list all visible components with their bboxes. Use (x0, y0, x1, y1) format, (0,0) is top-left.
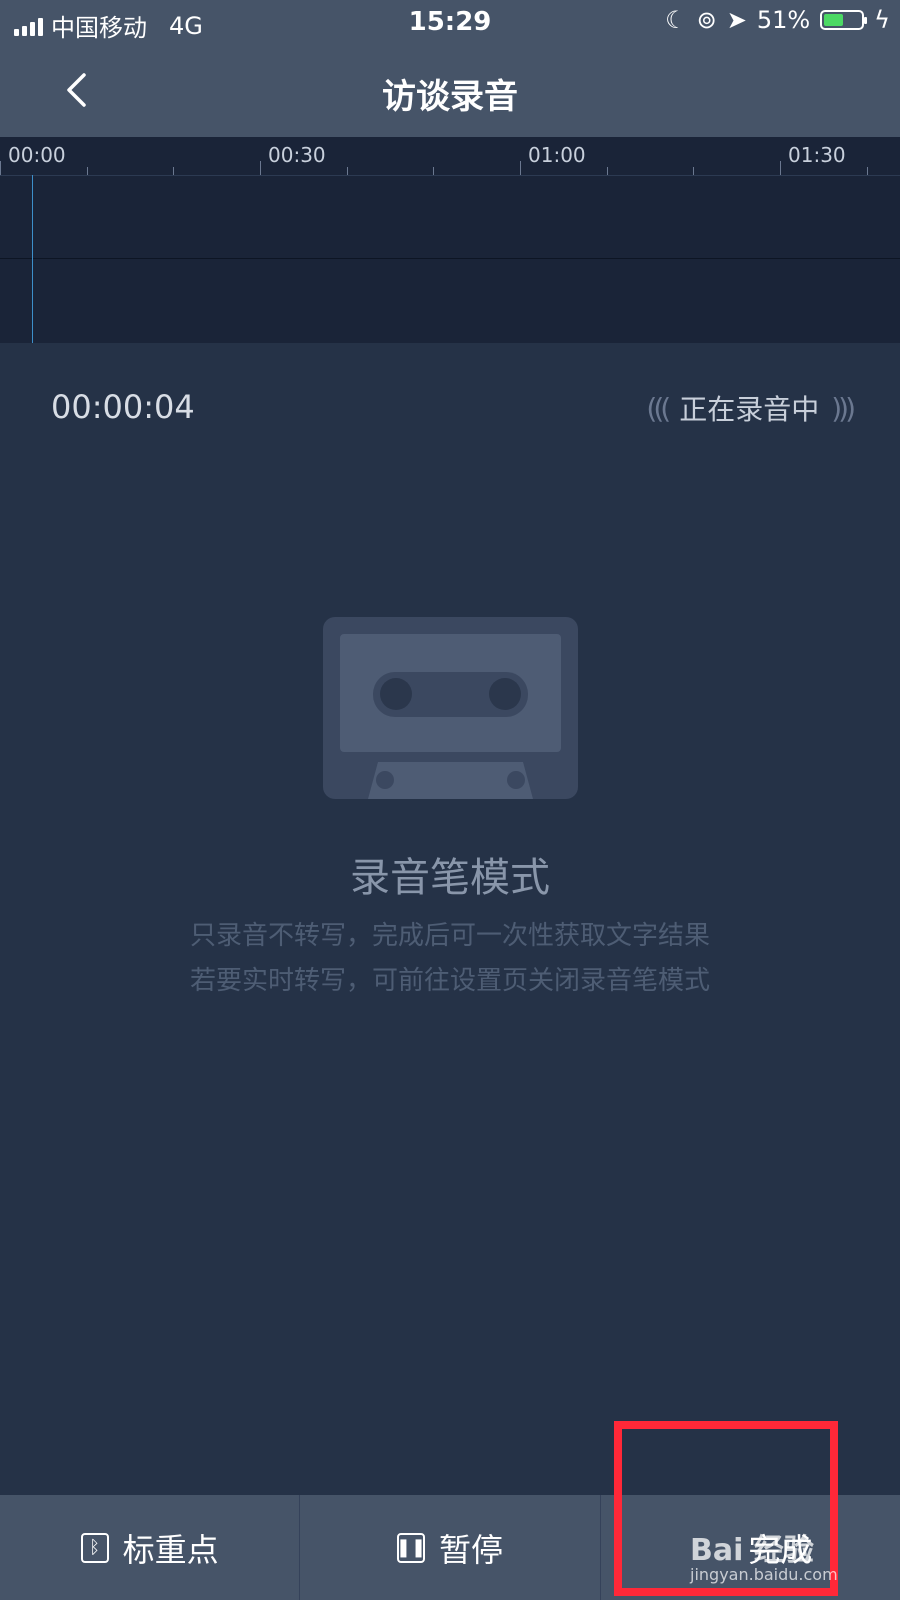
ruler-tick (693, 167, 695, 175)
ruler-label: 00:00 (8, 143, 66, 167)
waveform-midline (0, 258, 900, 259)
location-icon: ➤ (726, 6, 747, 34)
elapsed-time: 00:00:04 (51, 388, 195, 426)
pause-button[interactable]: ❚❚ 暂停 (300, 1495, 601, 1600)
status-bar: 中国移动 4G 15:29 ☾ ⊚ ➤ 51% ϟ (0, 0, 900, 45)
cassette-icon (323, 617, 578, 803)
rotation-lock-icon: ⊚ (696, 6, 717, 34)
watermark-logo: Bai 经验 (690, 1533, 814, 1568)
playhead-cursor (32, 175, 33, 343)
ruler-tick (520, 161, 521, 175)
ruler-tick (173, 167, 175, 175)
time-ruler: 00:00 00:30 01:00 01:30 (0, 137, 900, 176)
battery-icon (820, 10, 868, 30)
ruler-tick (606, 167, 608, 175)
mode-description-line2: 若要实时转写，可前往设置页关闭录音笔模式 (189, 966, 710, 996)
charging-icon: ϟ (874, 6, 890, 34)
ruler-tick (0, 161, 1, 175)
moon-icon: ☾ (665, 6, 687, 34)
watermark-url: jingyan.baidu.com (690, 1565, 838, 1584)
bluetooth-icon: ᛒ (80, 1532, 109, 1563)
pause-label: 暂停 (438, 1530, 503, 1569)
recording-status-label: 正在录音中 (679, 393, 820, 426)
sound-wave-right-icon: ))) (831, 391, 856, 425)
mode-description-line1: 只录音不转写，完成后可一次性获取文字结果 (189, 921, 710, 951)
ruler-tick (260, 161, 261, 175)
battery-label: 51% (756, 6, 811, 34)
ruler-label: 01:30 (788, 143, 846, 167)
waveform-timeline[interactable]: 00:00 00:30 01:00 01:30 (0, 137, 900, 343)
ruler-label: 01:00 (528, 143, 586, 167)
ruler-tick (346, 167, 348, 175)
ruler-label: 00:30 (268, 143, 326, 167)
pause-icon: ❚❚ (396, 1532, 426, 1563)
sound-wave-left-icon: ((( (646, 391, 671, 425)
mode-title: 录音笔模式 (350, 855, 550, 901)
page-title: 访谈录音 (382, 77, 518, 117)
nav-bar: 访谈录音 (0, 45, 900, 137)
recording-status: ((( 正在录音中 ))) (646, 388, 856, 428)
mark-highlight-button[interactable]: ᛒ 标重点 (0, 1495, 301, 1600)
ruler-tick (866, 167, 868, 175)
ruler-tick (433, 167, 435, 175)
mark-highlight-label: 标重点 (122, 1530, 219, 1569)
ruler-tick (86, 167, 88, 175)
status-right: ☾ ⊚ ➤ 51% ϟ (665, 6, 890, 34)
ruler-tick (780, 161, 781, 175)
